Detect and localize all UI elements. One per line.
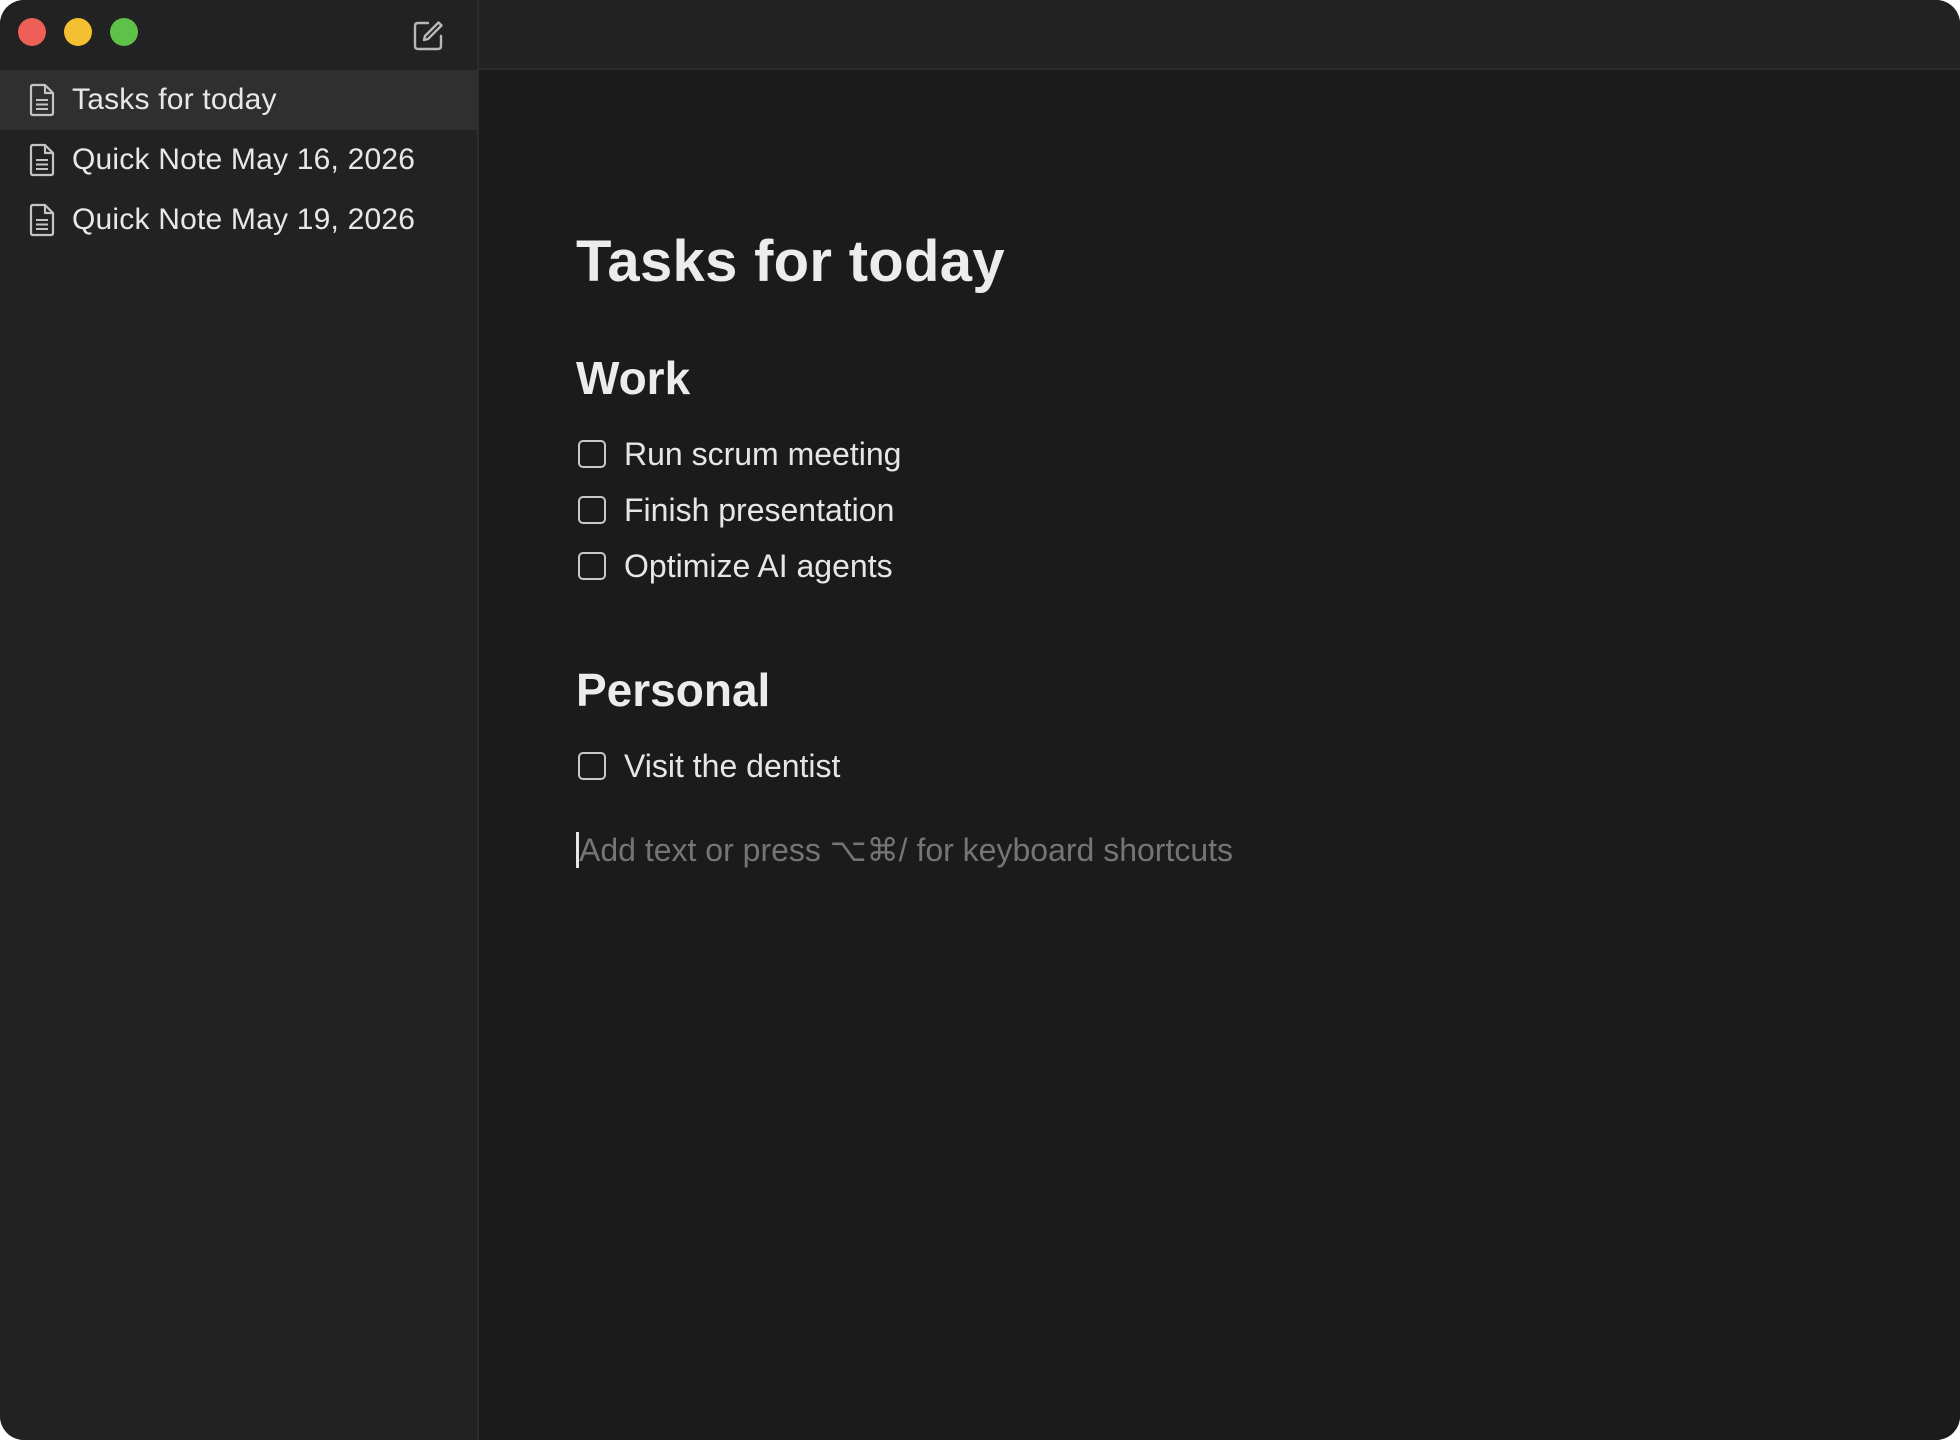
note-item-label: Tasks for today — [72, 83, 277, 116]
section-heading-personal[interactable]: Personal — [576, 660, 1900, 720]
task-item: Optimize AI agents — [576, 538, 1900, 594]
editor-pane: Tasks for today Work Run scrum meeting F… — [479, 0, 1960, 1440]
task-checkbox[interactable] — [578, 496, 606, 524]
zoom-window-button[interactable] — [110, 18, 138, 46]
note-item-quick-note-may-16[interactable]: Quick Note May 16, 2026 — [0, 130, 477, 190]
note-item-quick-note-may-19[interactable]: Quick Note May 19, 2026 — [0, 190, 477, 250]
close-window-button[interactable] — [18, 18, 46, 46]
note-item-tasks-for-today[interactable]: Tasks for today — [0, 70, 477, 130]
new-note-button[interactable] — [410, 18, 446, 54]
editor-titlebar — [479, 0, 1960, 70]
minimize-window-button[interactable] — [64, 18, 92, 46]
document-icon — [28, 203, 56, 237]
task-list-personal: Visit the dentist — [576, 738, 1900, 794]
task-text[interactable]: Finish presentation — [624, 492, 894, 529]
note-item-label: Quick Note May 19, 2026 — [72, 203, 416, 236]
task-checkbox[interactable] — [578, 752, 606, 780]
note-list: Tasks for today Quick Note May 16, 2026 — [0, 70, 477, 250]
editor-text-input[interactable] — [579, 831, 1479, 869]
note-title[interactable]: Tasks for today — [576, 222, 1900, 302]
task-text[interactable]: Run scrum meeting — [624, 436, 901, 473]
compose-icon — [413, 21, 443, 51]
note-item-label: Quick Note May 16, 2026 — [72, 143, 416, 176]
task-list-work: Run scrum meeting Finish presentation Op… — [576, 426, 1900, 594]
sidebar-titlebar — [0, 0, 477, 70]
document-icon — [28, 83, 56, 117]
task-checkbox[interactable] — [578, 552, 606, 580]
task-text[interactable]: Optimize AI agents — [624, 548, 893, 585]
section-heading-work[interactable]: Work — [576, 348, 1900, 408]
task-checkbox[interactable] — [578, 440, 606, 468]
editor-input-line[interactable] — [576, 822, 1900, 878]
app-window: Tasks for today Quick Note May 16, 2026 — [0, 0, 1960, 1440]
task-item: Visit the dentist — [576, 738, 1900, 794]
note-content[interactable]: Tasks for today Work Run scrum meeting F… — [576, 222, 1900, 878]
document-icon — [28, 143, 56, 177]
task-item: Run scrum meeting — [576, 426, 1900, 482]
task-item: Finish presentation — [576, 482, 1900, 538]
sidebar: Tasks for today Quick Note May 16, 2026 — [0, 0, 479, 1440]
task-text[interactable]: Visit the dentist — [624, 748, 840, 785]
